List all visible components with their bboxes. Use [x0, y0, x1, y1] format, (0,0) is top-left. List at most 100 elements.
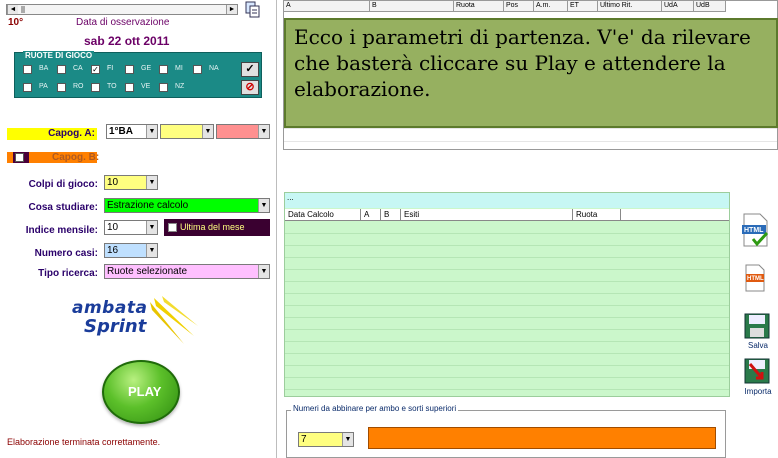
ultima-mese-label: Ultima del mese: [180, 222, 245, 232]
grid-header[interactable]: Ultimo Rit.: [598, 1, 662, 12]
chevron-down-icon: ▼: [146, 244, 157, 257]
import-caption: Importa: [744, 387, 772, 396]
tipo-select[interactable]: Ruote selezionate ▼: [104, 264, 270, 279]
abbinare-output[interactable]: [368, 427, 716, 449]
play-button[interactable]: PLAY: [102, 360, 180, 424]
checkbox-box[interactable]: [125, 65, 134, 74]
results-col[interactable]: Esiti: [401, 209, 573, 221]
save-caption: Salva: [747, 341, 768, 350]
results-rows: [285, 222, 729, 397]
chevron-down-icon: ▼: [342, 433, 353, 446]
ruota-label: GE: [141, 65, 152, 72]
chevron-down-icon: ▼: [258, 199, 269, 212]
results-col[interactable]: A: [361, 209, 381, 221]
capog-a-select-3[interactable]: ▼: [216, 124, 270, 139]
html-file-icon[interactable]: HTML: [744, 264, 766, 292]
ambata-sprint-logo: ambata Sprint: [66, 292, 206, 350]
checkbox-box[interactable]: [125, 83, 134, 92]
observation-slider[interactable]: ◄ ►: [6, 4, 238, 15]
indice-value: 10: [107, 222, 119, 233]
indice-select[interactable]: 10 ▼: [104, 220, 158, 235]
abbinare-value: 7: [301, 434, 307, 445]
casi-label: Numero casi:: [34, 248, 98, 259]
grid-header[interactable]: B: [370, 1, 454, 12]
ruota-checkbox-nz[interactable]: NZ: [155, 81, 203, 95]
ruota-label: CA: [73, 65, 83, 72]
checkbox-box[interactable]: [23, 65, 32, 74]
grid-header[interactable]: UdA: [662, 1, 694, 12]
casi-select[interactable]: 16 ▼: [104, 243, 158, 258]
ultima-mese-box[interactable]: Ultima del mese: [164, 219, 270, 236]
import-icon[interactable]: [744, 358, 770, 384]
results-header: Data Calcolo A B Esiti Ruota: [285, 209, 729, 221]
logo-line2: Sprint: [84, 316, 147, 337]
ruota-label: VE: [141, 83, 151, 90]
ruota-label: BA: [39, 65, 49, 72]
tipo-label: Tipo ricerca:: [38, 268, 98, 279]
colpi-value: 10: [107, 177, 119, 188]
grid-header[interactable]: ET: [568, 1, 598, 12]
chevron-down-icon: ▼: [146, 221, 157, 234]
colpi-select[interactable]: 10 ▼: [104, 175, 158, 190]
ruota-checkbox-na[interactable]: NA: [189, 63, 237, 77]
capog-b-checkbox[interactable]: [15, 153, 24, 162]
indice-label: Indice mensile:: [25, 225, 98, 236]
checkbox-box[interactable]: [57, 65, 66, 74]
results-panel[interactable]: ... Data Calcolo A B Esiti Ruota: [284, 192, 730, 397]
checkbox-box[interactable]: [91, 83, 100, 92]
grid-header[interactable]: Pos: [504, 1, 534, 12]
grid-header[interactable]: A: [284, 1, 370, 12]
divider: [276, 0, 277, 458]
html-check-icon[interactable]: HTML: [741, 213, 769, 247]
chevron-down-icon: ▼: [146, 176, 157, 189]
abbinare-select[interactable]: 7 ▼: [298, 432, 354, 447]
casi-value: 16: [107, 245, 119, 256]
results-top-bar: ...: [285, 193, 729, 208]
ruote-title: RUOTE DI GIOCO: [23, 51, 95, 60]
checkbox-box[interactable]: [23, 83, 32, 92]
checkbox-box[interactable]: [57, 83, 66, 92]
ruota-label: TO: [107, 83, 117, 90]
draw-number: 10°: [8, 17, 24, 28]
capog-a-select[interactable]: 1°BA ▼: [106, 124, 158, 139]
colpi-label: Colpi di gioco:: [28, 179, 98, 190]
ultima-mese-checkbox[interactable]: [168, 223, 177, 232]
tipo-value: Ruote selezionate: [107, 266, 188, 277]
ruota-label: PA: [39, 83, 48, 90]
obs-date-label: Data di osservazione: [76, 17, 170, 28]
slider-thumb[interactable]: [21, 6, 25, 13]
grid-header[interactable]: A.m.: [534, 1, 568, 12]
results-col[interactable]: Data Calcolo: [285, 209, 361, 221]
status-message: Elaborazione terminata correttamente.: [7, 437, 161, 447]
ruota-label: MI: [175, 65, 183, 72]
grid-header[interactable]: Ruota: [454, 1, 504, 12]
capog-a-value: 1°BA: [109, 126, 134, 137]
ruota-label: NA: [209, 65, 219, 72]
chevron-down-icon: ▼: [202, 125, 213, 138]
no-entry-icon[interactable]: ⊘: [241, 80, 259, 95]
check-icon[interactable]: ✓: [241, 62, 259, 77]
checkbox-box[interactable]: [159, 65, 168, 74]
ruota-label: RO: [73, 83, 84, 90]
copy-icon[interactable]: [245, 1, 260, 19]
checkbox-box[interactable]: [159, 83, 168, 92]
results-col[interactable]: B: [381, 209, 401, 221]
ruota-label: NZ: [175, 83, 185, 90]
checkbox-box[interactable]: ✓: [91, 65, 100, 74]
play-label: PLAY: [128, 384, 162, 399]
studiare-select[interactable]: Estrazione calcolo ▼: [104, 198, 270, 213]
svg-text:HTML: HTML: [747, 276, 764, 282]
slider-left-arrow[interactable]: ◄: [7, 5, 18, 14]
results-col[interactable]: Ruota: [573, 209, 621, 221]
capog-a-select-2[interactable]: ▼: [160, 124, 214, 139]
ruote-group: RUOTE DI GIOCO BA CA ✓ FI GE MI NA PA RO TO VE NZ ✓…: [14, 51, 262, 98]
checkbox-box[interactable]: [193, 65, 202, 74]
slider-right-arrow[interactable]: ►: [226, 5, 237, 14]
grid-header[interactable]: UdB: [694, 1, 726, 12]
abbinare-group: Numeri da abbinare per ambo e sorti supe…: [286, 404, 726, 458]
floppy-save-icon[interactable]: [744, 313, 770, 339]
abbinare-legend: Numeri da abbinare per ambo e sorti supe…: [291, 404, 459, 413]
chevron-down-icon: ▼: [258, 125, 269, 138]
obs-date: sab 22 ott 2011: [84, 34, 170, 48]
svg-text:HTML: HTML: [744, 227, 764, 234]
